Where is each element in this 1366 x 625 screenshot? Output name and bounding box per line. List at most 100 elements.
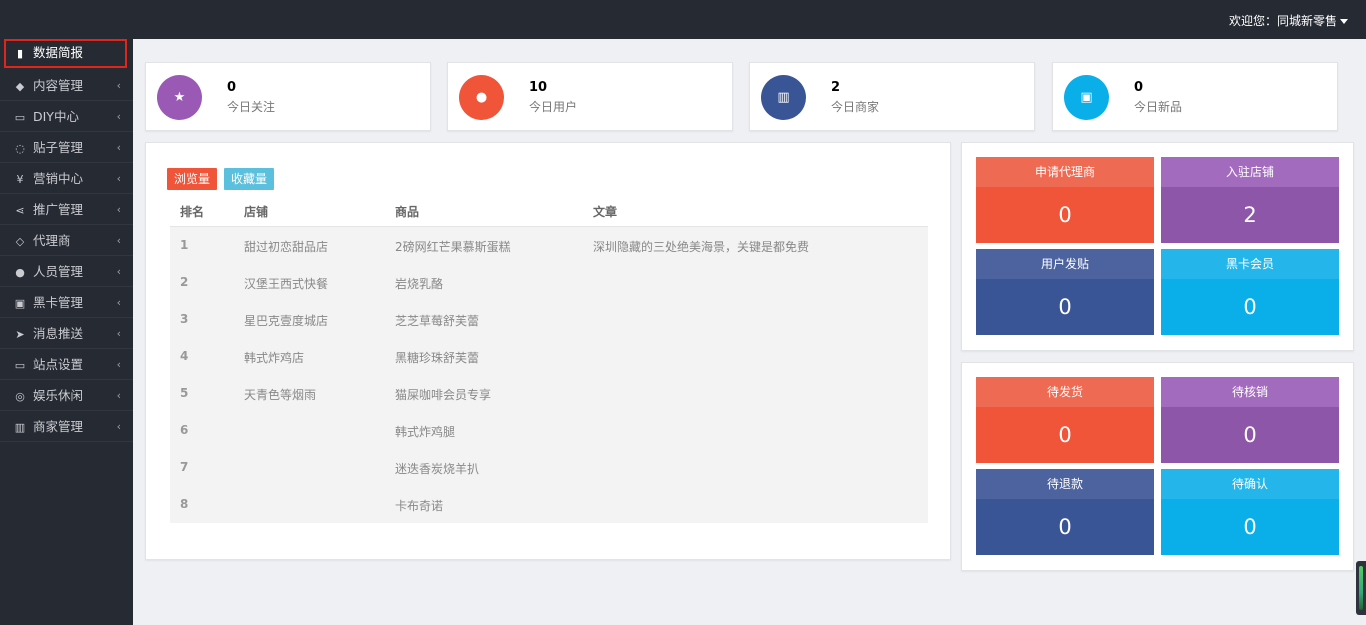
- table-cell: 迷迭香炭烧羊扒: [395, 462, 480, 476]
- tile-title: 入驻店铺: [1161, 157, 1339, 187]
- table-row[interactable]: 2 汉堡王西式快餐 岩烧乳酪: [170, 264, 928, 301]
- stat-value: 0: [227, 80, 237, 95]
- chevron-left-icon: ‹: [116, 172, 121, 185]
- bar-chart-icon: ▮: [16, 47, 24, 60]
- chevron-left-icon: ‹: [116, 420, 121, 433]
- desktop-icon: ▭: [14, 359, 26, 372]
- stat-label: 今日关注: [227, 100, 276, 114]
- monitor-icon: ▭: [14, 111, 26, 124]
- table-cell: 3: [180, 312, 189, 326]
- chevron-left-icon: ‹: [116, 358, 121, 371]
- tab-favorites[interactable]: 收藏量: [224, 168, 275, 190]
- table-row[interactable]: 5 天青色等烟雨 猫屎咖啡会员专享: [170, 375, 928, 412]
- summary-tile[interactable]: 用户发贴 0: [976, 249, 1154, 335]
- table-row[interactable]: 6 韩式炸鸡腿: [170, 412, 928, 449]
- sidebar-item-label: 营销中心: [33, 171, 84, 186]
- comment-icon: ◌: [15, 142, 25, 155]
- sidebar-item-9[interactable]: ➤ 消息推送 ‹: [0, 318, 133, 349]
- sidebar-item-label: 消息推送: [33, 326, 84, 341]
- tab-views[interactable]: 浏览量: [167, 168, 218, 190]
- tile-value: 0: [976, 499, 1154, 555]
- scroll-grip-icon: [1359, 566, 1363, 610]
- sidebar-item-label: 数据简报: [33, 45, 84, 60]
- stat-value: 2: [831, 80, 841, 95]
- sidebar-item-label: 商家管理: [33, 419, 84, 434]
- sidebar-item-8[interactable]: ▣ 黑卡管理 ‹: [0, 287, 133, 318]
- sidebar-item-4[interactable]: ¥ 营销中心 ‹: [0, 163, 133, 194]
- table-cell: 卡布奇诺: [395, 499, 444, 513]
- sidebar-item-label: 人员管理: [33, 264, 84, 279]
- sidebar-item-7[interactable]: ● 人员管理 ‹: [0, 256, 133, 287]
- table-cell: 深圳隐藏的三处绝美海景，关键是都免费: [593, 240, 810, 254]
- users-icon: ●: [459, 75, 504, 120]
- sidebar-item-12[interactable]: ▥ 商家管理 ‹: [0, 411, 133, 442]
- table-cell: 2磅网红芒果慕斯蛋糕: [395, 240, 511, 254]
- summary-tile[interactable]: 待发货 0: [976, 377, 1154, 463]
- sidebar-item-6[interactable]: ◇ 代理商 ‹: [0, 225, 133, 256]
- table-cell: 8: [180, 497, 189, 511]
- table-row[interactable]: 1 甜过初恋甜品店 2磅网红芒果慕斯蛋糕 深圳隐藏的三处绝美海景，关键是都免费: [170, 227, 928, 264]
- sidebar-item-2[interactable]: ▭ DIY中心 ‹: [0, 101, 133, 132]
- sidebar-item-10[interactable]: ▭ 站点设置 ‹: [0, 349, 133, 380]
- summary-tile[interactable]: 待核销 0: [1161, 377, 1339, 463]
- tile-value: 0: [976, 407, 1154, 463]
- stat-card: ▣ 0 今日新品: [1052, 62, 1338, 131]
- stat-card: ★ 0 今日关注: [145, 62, 431, 131]
- chevron-left-icon: ‹: [116, 296, 121, 309]
- table-cell: 5: [180, 386, 189, 400]
- gamepad-icon: ◎: [15, 390, 25, 403]
- summary-tile[interactable]: 入驻店铺 2: [1161, 157, 1339, 243]
- sidebar-item-1[interactable]: ◆ 内容管理 ‹: [0, 70, 133, 101]
- user-menu[interactable]: 欢迎您：同城新零售: [1229, 12, 1348, 29]
- top-bar: 欢迎您：同城新零售: [0, 0, 1366, 39]
- tile-value: 0: [976, 187, 1154, 243]
- tile-value: 0: [976, 279, 1154, 335]
- tile-title: 待发货: [976, 377, 1154, 407]
- ranking-panel: 浏览量 收藏量 排名 店铺 商品 文章 1 甜过初恋甜品店 2磅网红芒果慕斯蛋糕 深圳…: [145, 142, 951, 560]
- sidebar-item-3[interactable]: ◌ 贴子管理 ‹: [0, 132, 133, 163]
- table-row[interactable]: 8 卡布奇诺: [170, 486, 928, 523]
- summary-tile[interactable]: 申请代理商 0: [976, 157, 1154, 243]
- table-cell: 7: [180, 460, 189, 474]
- bank-icon: ▥: [761, 75, 806, 120]
- tile-title: 用户发贴: [976, 249, 1154, 279]
- diamond-icon: ◇: [15, 235, 25, 248]
- summary-tile[interactable]: 黑卡会员 0: [1161, 249, 1339, 335]
- scroll-handle[interactable]: [1356, 561, 1366, 615]
- stat-card: ▥ 2 今日商家: [749, 62, 1035, 131]
- tile-title: 待确认: [1161, 469, 1339, 499]
- stat-value: 0: [1134, 80, 1144, 95]
- column-header-product: 商品: [395, 205, 420, 219]
- table-cell: 岩烧乳酪: [395, 277, 444, 291]
- stat-card: ● 10 今日用户: [447, 62, 733, 131]
- table-cell: 星巴克壹度城店: [244, 314, 329, 328]
- tile-value: 0: [1161, 279, 1339, 335]
- chevron-left-icon: ‹: [116, 234, 121, 247]
- stat-label: 今日用户: [529, 100, 578, 114]
- sidebar-item-5[interactable]: ⋖ 推广管理 ‹: [0, 194, 133, 225]
- table-cell: 天青色等烟雨: [244, 388, 317, 402]
- stat-label: 今日新品: [1134, 100, 1183, 114]
- table-row[interactable]: 7 迷迭香炭烧羊扒: [170, 449, 928, 486]
- summary-tile[interactable]: 待退款 0: [976, 469, 1154, 555]
- tile-value: 0: [1161, 407, 1339, 463]
- chevron-left-icon: ‹: [116, 389, 121, 402]
- paper-plane-icon: ➤: [15, 328, 25, 341]
- summary-tile[interactable]: 待确认 0: [1161, 469, 1339, 555]
- table-row[interactable]: 3 星巴克壹度城店 芝芝草莓舒芙蕾: [170, 301, 928, 338]
- table-cell: 韩式炸鸡腿: [395, 425, 456, 439]
- yen-icon: ¥: [16, 173, 24, 186]
- chevron-left-icon: ‹: [116, 110, 121, 123]
- chevron-left-icon: ‹: [116, 141, 121, 154]
- shopping-bag-icon: ▣: [1064, 75, 1109, 120]
- share-icon: ⋖: [15, 204, 25, 217]
- table-cell: 猫屎咖啡会员专享: [395, 388, 492, 402]
- table-row[interactable]: 4 韩式炸鸡店 黑糖珍珠舒芙蕾: [170, 338, 928, 375]
- sidebar-item-label: 内容管理: [33, 78, 84, 93]
- table-cell: 芝芝草莓舒芙蕾: [395, 314, 480, 328]
- column-header-store: 店铺: [244, 205, 269, 219]
- sidebar-item-11[interactable]: ◎ 娱乐休闲 ‹: [0, 380, 133, 411]
- sidebar-item-label: DIY中心: [33, 109, 79, 124]
- sidebar-item-0[interactable]: ▮ 数据简报: [4, 39, 127, 68]
- tile-value: 2: [1161, 187, 1339, 243]
